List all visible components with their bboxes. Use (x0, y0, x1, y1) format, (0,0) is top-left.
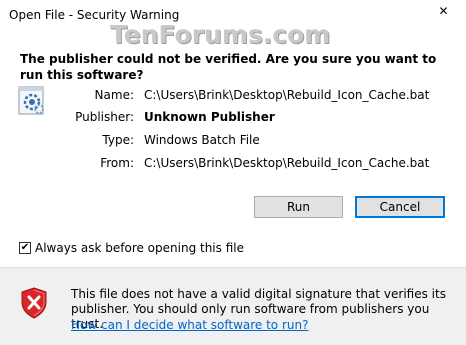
from-value: C:\Users\Brink\Desktop\Rebuild_Icon_Cach… (144, 156, 430, 170)
cancel-button[interactable]: Cancel (355, 196, 445, 218)
publisher-question: The publisher could not be verified. Are… (20, 52, 437, 82)
type-label: Type: (102, 133, 134, 147)
close-button[interactable]: ✕ (427, 0, 460, 22)
always-ask-label[interactable]: Always ask before opening this file (35, 241, 244, 255)
publisher-label: Publisher: (75, 110, 134, 124)
help-link[interactable]: How can I decide what software to run? (71, 318, 308, 332)
checkmark-icon: ✔ (20, 242, 30, 253)
security-shield-error-icon (20, 287, 48, 319)
close-icon: ✕ (438, 4, 449, 18)
type-value: Windows Batch File (144, 133, 260, 147)
name-value: C:\Users\Brink\Desktop\Rebuild_Icon_Cach… (144, 88, 430, 102)
from-label: From: (100, 156, 134, 170)
watermark: TenForums.com (110, 20, 331, 49)
publisher-value: Unknown Publisher (144, 110, 275, 124)
run-button[interactable]: Run (254, 196, 343, 218)
name-label: Name: (94, 88, 134, 102)
always-ask-checkbox[interactable]: ✔ (19, 242, 31, 254)
